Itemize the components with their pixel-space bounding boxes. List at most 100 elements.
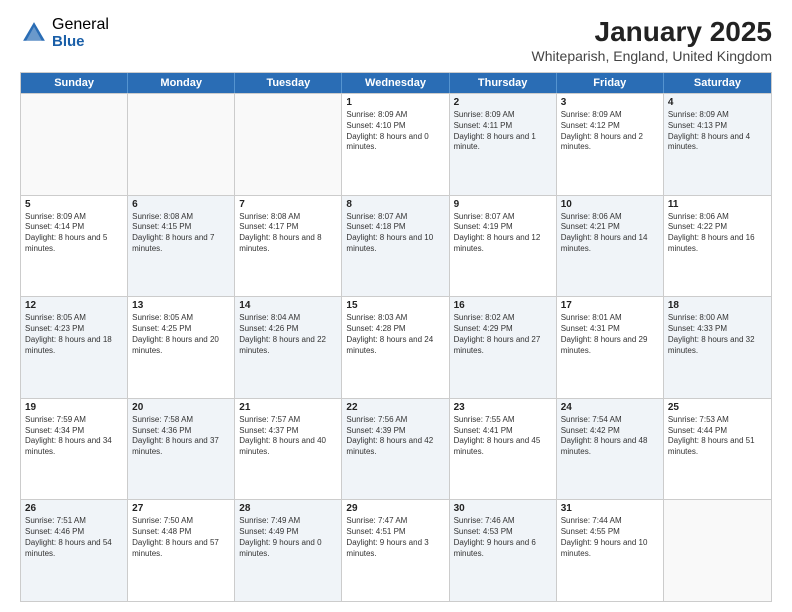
cell-info: Sunrise: 8:07 AM Sunset: 4:19 PM Dayligh…	[454, 212, 552, 255]
calendar-row-3: 19 Sunrise: 7:59 AM Sunset: 4:34 PM Dayli…	[21, 398, 771, 500]
cell-info: Sunrise: 8:02 AM Sunset: 4:29 PM Dayligh…	[454, 313, 552, 356]
cell-info: Sunrise: 7:59 AM Sunset: 4:34 PM Dayligh…	[25, 415, 123, 458]
calendar-cell: 25 Sunrise: 7:53 AM Sunset: 4:44 PM Dayli…	[664, 399, 771, 500]
day-number: 22	[346, 402, 444, 413]
day-number: 17	[561, 300, 659, 311]
cell-info: Sunrise: 7:57 AM Sunset: 4:37 PM Dayligh…	[239, 415, 337, 458]
calendar-cell: 27Sunrise: 7:50 AM Sunset: 4:48 PM Dayli…	[128, 500, 235, 601]
day-number: 29	[346, 503, 444, 514]
cell-info: Sunrise: 7:47 AM Sunset: 4:51 PM Dayligh…	[346, 516, 444, 559]
calendar-body: 1 Sunrise: 8:09 AM Sunset: 4:10 PM Daylig…	[21, 93, 771, 601]
cell-info: Sunrise: 8:06 AM Sunset: 4:21 PM Dayligh…	[561, 212, 659, 255]
logo-text: General Blue	[52, 16, 109, 50]
cell-info: Sunrise: 7:55 AM Sunset: 4:41 PM Dayligh…	[454, 415, 552, 458]
day-number: 28	[239, 503, 337, 514]
cell-info: Sunrise: 8:05 AM Sunset: 4:23 PM Dayligh…	[25, 313, 123, 356]
cell-info: Sunrise: 8:03 AM Sunset: 4:28 PM Dayligh…	[346, 313, 444, 356]
calendar-row-2: 12Sunrise: 8:05 AM Sunset: 4:23 PM Dayli…	[21, 296, 771, 398]
page: General Blue January 2025 Whiteparish, E…	[0, 0, 792, 612]
day-number: 8	[346, 199, 444, 210]
logo-blue: Blue	[52, 34, 109, 51]
calendar-cell: 22Sunrise: 7:56 AM Sunset: 4:39 PM Dayli…	[342, 399, 449, 500]
calendar-cell: 24 Sunrise: 7:54 AM Sunset: 4:42 PM Dayli…	[557, 399, 664, 500]
cell-info: Sunrise: 8:00 AM Sunset: 4:33 PM Dayligh…	[668, 313, 767, 356]
calendar-cell: 16 Sunrise: 8:02 AM Sunset: 4:29 PM Dayli…	[450, 297, 557, 398]
cell-info: Sunrise: 8:06 AM Sunset: 4:22 PM Dayligh…	[668, 212, 767, 255]
day-number: 2	[454, 97, 552, 108]
calendar-cell: 3 Sunrise: 8:09 AM Sunset: 4:12 PM Daylig…	[557, 94, 664, 195]
cell-info: Sunrise: 7:58 AM Sunset: 4:36 PM Dayligh…	[132, 415, 230, 458]
cell-info: Sunrise: 7:53 AM Sunset: 4:44 PM Dayligh…	[668, 415, 767, 458]
cell-info: Sunrise: 7:51 AM Sunset: 4:46 PM Dayligh…	[25, 516, 123, 559]
calendar-cell: 10Sunrise: 8:06 AM Sunset: 4:21 PM Dayli…	[557, 196, 664, 297]
cell-info: Sunrise: 8:08 AM Sunset: 4:17 PM Dayligh…	[239, 212, 337, 255]
cell-info: Sunrise: 8:09 AM Sunset: 4:11 PM Dayligh…	[454, 110, 552, 153]
day-number: 14	[239, 300, 337, 311]
calendar-cell: 21 Sunrise: 7:57 AM Sunset: 4:37 PM Dayli…	[235, 399, 342, 500]
day-number: 1	[346, 97, 444, 108]
cell-info: Sunrise: 8:07 AM Sunset: 4:18 PM Dayligh…	[346, 212, 444, 255]
day-number: 26	[25, 503, 123, 514]
calendar-cell: 17Sunrise: 8:01 AM Sunset: 4:31 PM Dayli…	[557, 297, 664, 398]
day-number: 15	[346, 300, 444, 311]
cell-info: Sunrise: 7:54 AM Sunset: 4:42 PM Dayligh…	[561, 415, 659, 458]
calendar-cell	[235, 94, 342, 195]
day-number: 27	[132, 503, 230, 514]
header-day-tuesday: Tuesday	[235, 73, 342, 93]
day-number: 7	[239, 199, 337, 210]
title-block: January 2025 Whiteparish, England, Unite…	[532, 16, 772, 64]
header-day-thursday: Thursday	[450, 73, 557, 93]
calendar-cell: 7 Sunrise: 8:08 AM Sunset: 4:17 PM Daylig…	[235, 196, 342, 297]
title-month: January 2025	[532, 16, 772, 48]
calendar-cell	[664, 500, 771, 601]
calendar-cell: 4 Sunrise: 8:09 AM Sunset: 4:13 PM Daylig…	[664, 94, 771, 195]
cell-info: Sunrise: 8:08 AM Sunset: 4:15 PM Dayligh…	[132, 212, 230, 255]
day-number: 19	[25, 402, 123, 413]
cell-info: Sunrise: 8:09 AM Sunset: 4:12 PM Dayligh…	[561, 110, 659, 153]
day-number: 16	[454, 300, 552, 311]
calendar-header: SundayMondayTuesdayWednesdayThursdayFrid…	[21, 73, 771, 93]
calendar-row-0: 1 Sunrise: 8:09 AM Sunset: 4:10 PM Daylig…	[21, 93, 771, 195]
header-day-saturday: Saturday	[664, 73, 771, 93]
calendar-cell: 31 Sunrise: 7:44 AM Sunset: 4:55 PM Dayli…	[557, 500, 664, 601]
day-number: 23	[454, 402, 552, 413]
calendar-cell: 30 Sunrise: 7:46 AM Sunset: 4:53 PM Dayli…	[450, 500, 557, 601]
logo: General Blue	[20, 16, 109, 50]
day-number: 30	[454, 503, 552, 514]
calendar-cell: 28Sunrise: 7:49 AM Sunset: 4:49 PM Dayli…	[235, 500, 342, 601]
day-number: 9	[454, 199, 552, 210]
day-number: 4	[668, 97, 767, 108]
day-number: 3	[561, 97, 659, 108]
day-number: 6	[132, 199, 230, 210]
cell-info: Sunrise: 7:46 AM Sunset: 4:53 PM Dayligh…	[454, 516, 552, 559]
calendar-cell: 26 Sunrise: 7:51 AM Sunset: 4:46 PM Dayli…	[21, 500, 128, 601]
cell-info: Sunrise: 8:09 AM Sunset: 4:13 PM Dayligh…	[668, 110, 767, 153]
day-number: 24	[561, 402, 659, 413]
day-number: 20	[132, 402, 230, 413]
day-number: 18	[668, 300, 767, 311]
day-number: 11	[668, 199, 767, 210]
day-number: 21	[239, 402, 337, 413]
calendar-cell	[128, 94, 235, 195]
calendar-cell: 14Sunrise: 8:04 AM Sunset: 4:26 PM Dayli…	[235, 297, 342, 398]
calendar-cell: 15 Sunrise: 8:03 AM Sunset: 4:28 PM Dayli…	[342, 297, 449, 398]
calendar-cell: 1 Sunrise: 8:09 AM Sunset: 4:10 PM Daylig…	[342, 94, 449, 195]
day-number: 31	[561, 503, 659, 514]
cell-info: Sunrise: 7:44 AM Sunset: 4:55 PM Dayligh…	[561, 516, 659, 559]
cell-info: Sunrise: 8:09 AM Sunset: 4:10 PM Dayligh…	[346, 110, 444, 153]
day-number: 5	[25, 199, 123, 210]
title-location: Whiteparish, England, United Kingdom	[532, 48, 772, 64]
calendar-row-1: 5Sunrise: 8:09 AM Sunset: 4:14 PM Daylig…	[21, 195, 771, 297]
calendar-cell: 13Sunrise: 8:05 AM Sunset: 4:25 PM Dayli…	[128, 297, 235, 398]
calendar-cell: 8 Sunrise: 8:07 AM Sunset: 4:18 PM Daylig…	[342, 196, 449, 297]
calendar-cell: 11 Sunrise: 8:06 AM Sunset: 4:22 PM Dayli…	[664, 196, 771, 297]
calendar-cell: 29 Sunrise: 7:47 AM Sunset: 4:51 PM Dayli…	[342, 500, 449, 601]
calendar: SundayMondayTuesdayWednesdayThursdayFrid…	[20, 72, 772, 602]
day-number: 25	[668, 402, 767, 413]
calendar-cell: 12Sunrise: 8:05 AM Sunset: 4:23 PM Dayli…	[21, 297, 128, 398]
header: General Blue January 2025 Whiteparish, E…	[20, 16, 772, 64]
logo-general: General	[52, 16, 109, 34]
calendar-cell: 23 Sunrise: 7:55 AM Sunset: 4:41 PM Dayli…	[450, 399, 557, 500]
calendar-cell: 2 Sunrise: 8:09 AM Sunset: 4:11 PM Daylig…	[450, 94, 557, 195]
calendar-cell	[21, 94, 128, 195]
